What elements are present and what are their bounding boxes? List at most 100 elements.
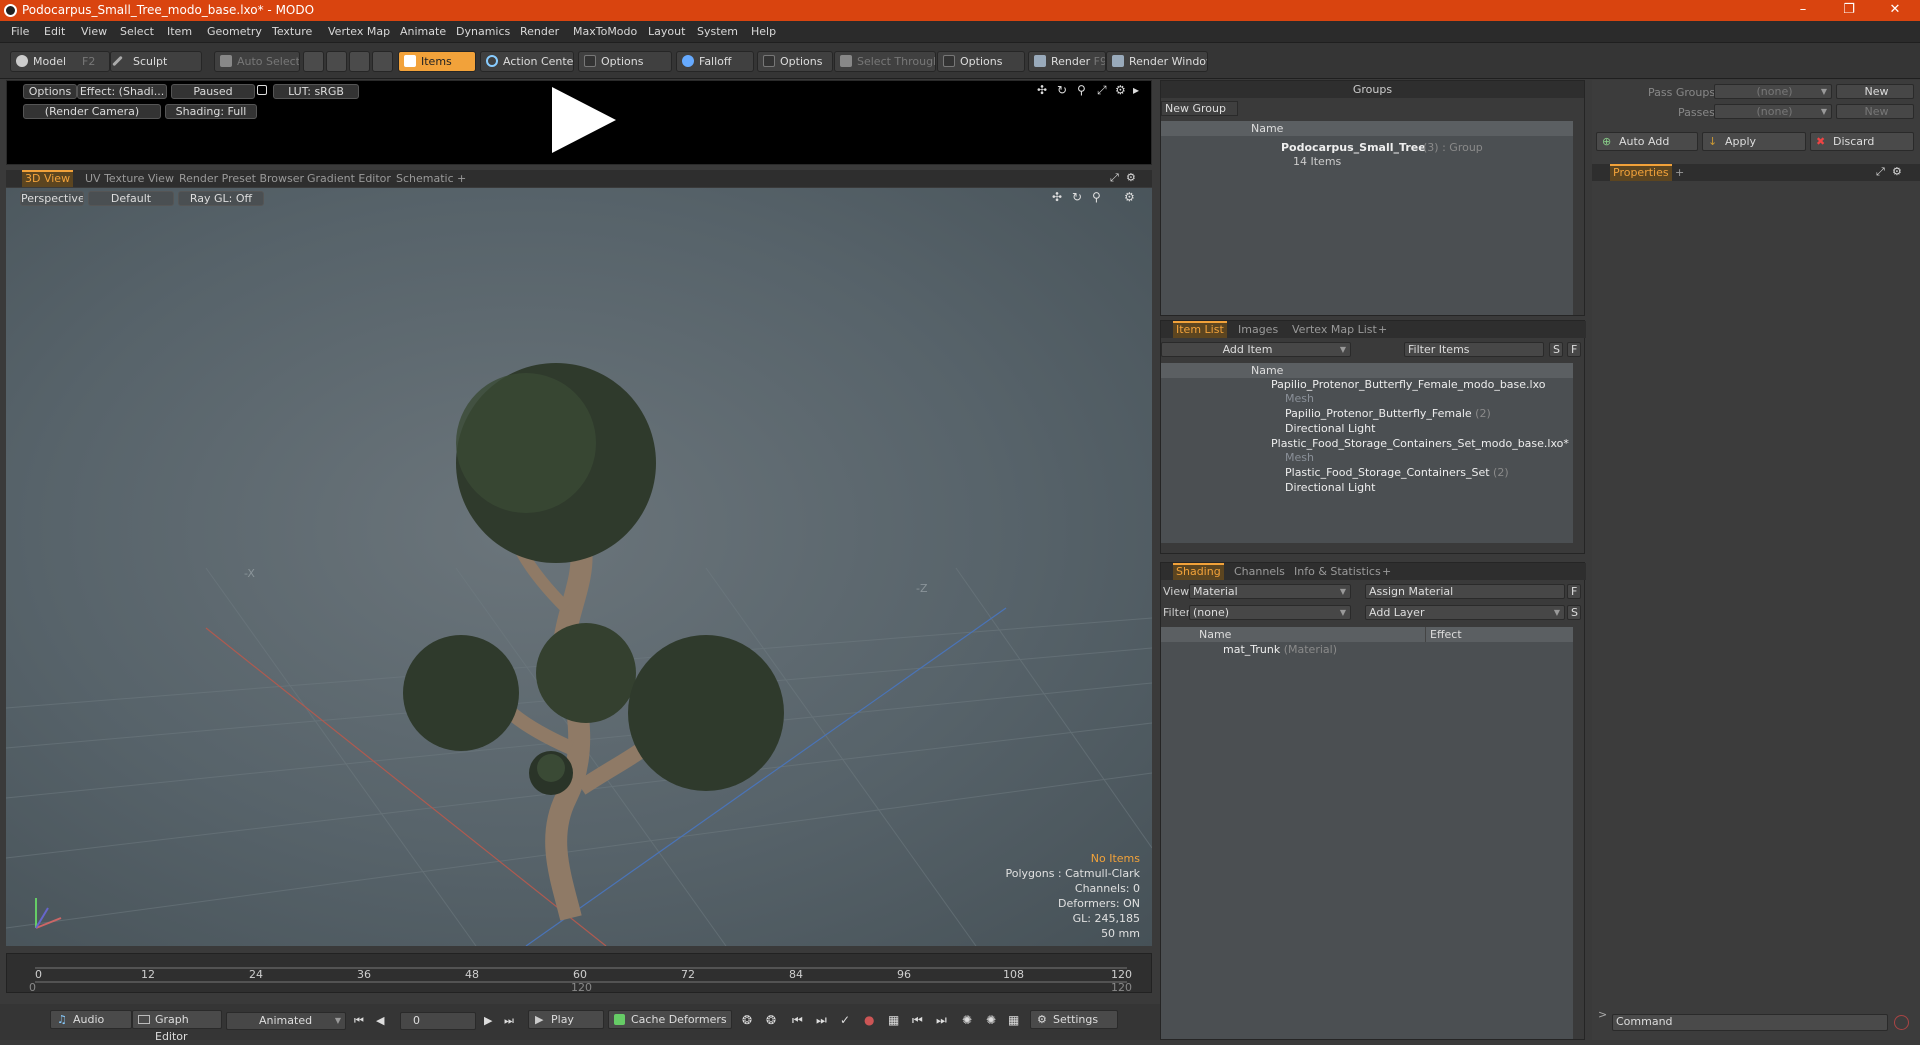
assign-material-button[interactable]: Assign Material [1365, 584, 1565, 599]
polygons-mode-icon[interactable] [349, 51, 370, 72]
new-pass-button[interactable]: New [1836, 104, 1914, 119]
settings-button[interactable]: ⚙ Settings [1030, 1010, 1118, 1029]
gear-icon[interactable]: ⚙ [1126, 171, 1136, 184]
render-camera-dropdown[interactable]: (Render Camera) [23, 104, 161, 119]
raygl-toggle[interactable]: Ray GL: Off [178, 191, 264, 206]
tab-uv-texture-view[interactable]: UV Texture View [82, 170, 177, 187]
edges-mode-icon[interactable] [326, 51, 347, 72]
zoom-icon[interactable]: ⚲ [1092, 190, 1101, 204]
items-mode-button[interactable]: Items [398, 51, 476, 72]
preview-paused-button[interactable]: Paused [171, 84, 255, 99]
menu-file[interactable]: File [11, 25, 29, 38]
animated-dropdown[interactable]: Animated ▼ [226, 1012, 346, 1030]
tab-shading[interactable]: Shading [1173, 563, 1224, 580]
auto-add-button[interactable]: ⊕ Auto Add [1596, 132, 1698, 151]
add-item-dropdown[interactable]: Add Item ▼ [1161, 342, 1351, 357]
materials-mode-icon[interactable] [372, 51, 393, 72]
apply-button[interactable]: ↓ Apply [1702, 132, 1806, 151]
filter-items-input[interactable]: Filter Items [1404, 342, 1544, 357]
prev-frame-icon[interactable]: ◀ [376, 1014, 384, 1027]
channels-icon[interactable]: ▦ [1008, 1013, 1019, 1027]
action-center-button[interactable]: Action Center [480, 51, 574, 72]
frame-input[interactable]: 0 [400, 1012, 476, 1030]
command-input[interactable]: Command [1612, 1014, 1888, 1031]
last-frame-icon[interactable]: ⏭ [504, 1014, 514, 1028]
auto-select-button[interactable]: Auto Select [214, 51, 300, 72]
next-frame-icon[interactable]: ▶ [484, 1014, 492, 1027]
motion-icon[interactable]: ✺ [962, 1013, 972, 1027]
list-item[interactable]: Directional Light [1285, 479, 1375, 497]
model-mode-button[interactable]: Model F2 [10, 51, 110, 72]
tab-3d-view[interactable]: 3D View [22, 170, 74, 187]
move-icon[interactable]: ✣ [1037, 83, 1047, 97]
tab-render-preset-browser[interactable]: Render Preset Browser [176, 170, 307, 187]
add-tab-button[interactable]: + [454, 170, 469, 187]
preview-effect-dropdown[interactable]: Effect: (Shadi... [77, 84, 167, 99]
sculpt-mode-button[interactable]: Sculpt [110, 51, 202, 72]
falloff-options-button[interactable]: Options [757, 51, 833, 72]
gear-icon[interactable]: ⚙ [1892, 165, 1902, 178]
view-dropdown[interactable]: Material ▼ [1189, 584, 1351, 599]
next-key-icon[interactable]: ⏭ [816, 1013, 827, 1028]
add-layer-dropdown[interactable]: Add Layer ▼ [1365, 605, 1565, 620]
add-tab-button[interactable]: + [1379, 563, 1394, 580]
first-frame-icon[interactable]: ⏮ [354, 1014, 364, 1028]
key-options-icon[interactable]: ▦ [888, 1013, 899, 1027]
dynamics-icon[interactable]: ✺ [986, 1013, 996, 1027]
close-icon[interactable]: ✕ [1872, 0, 1918, 21]
menu-view[interactable]: View [81, 25, 107, 38]
maximize-icon[interactable]: ❐ [1826, 0, 1872, 21]
arrow-right-icon[interactable]: ▸ [1133, 83, 1139, 97]
menu-animate[interactable]: Animate [400, 25, 446, 38]
s-toggle[interactable]: S [1567, 605, 1581, 620]
cache-deformers-button[interactable]: Cache Deformers [608, 1010, 732, 1029]
menu-geometry[interactable]: Geometry [207, 25, 262, 38]
minimize-icon[interactable]: – [1780, 0, 1826, 21]
new-group-button[interactable]: New Group [1161, 101, 1238, 116]
play-icon[interactable] [552, 87, 616, 153]
graph-editor-button[interactable]: Graph Editor [132, 1010, 222, 1043]
play-button[interactable]: ▶ Play [528, 1010, 604, 1029]
new-pass-group-button[interactable]: New [1836, 84, 1914, 99]
render-window-button[interactable]: Render Window [1106, 51, 1208, 72]
tab-gradient-editor[interactable]: Gradient Editor [304, 170, 394, 187]
maximize-view-icon[interactable]: ⤢ [1097, 83, 1107, 98]
material-row[interactable]: mat_Trunk (Material) [1223, 641, 1337, 659]
tab-item-list[interactable]: Item List [1173, 321, 1227, 338]
keyframe-icon[interactable]: ✓ [840, 1013, 850, 1027]
audio-button[interactable]: ♫ Audio [50, 1010, 132, 1029]
lut-dropdown[interactable]: LUT: sRGB [273, 84, 359, 99]
add-tab-button[interactable]: + [1672, 164, 1687, 181]
key-icon[interactable]: ❂ [742, 1013, 752, 1027]
zoom-icon[interactable]: ⚲ [1077, 83, 1086, 97]
menu-item[interactable]: Item [167, 25, 192, 38]
next-marker-icon[interactable]: ⏭ [936, 1013, 947, 1028]
maximize-panel-icon[interactable]: ⤢ [1876, 165, 1885, 179]
rotate-icon[interactable]: ↻ [1057, 83, 1067, 97]
tab-images[interactable]: Images [1235, 321, 1281, 338]
tab-properties[interactable]: Properties [1610, 164, 1672, 181]
lock-icon[interactable] [257, 85, 267, 95]
preview-options-button[interactable]: Options [23, 84, 77, 99]
select-through-button[interactable]: Select Through [834, 51, 936, 72]
vertices-mode-icon[interactable] [303, 51, 324, 72]
tab-info-statistics[interactable]: Info & Statistics [1291, 563, 1384, 580]
tree-model[interactable] [403, 363, 784, 921]
tab-vertex-map-list[interactable]: Vertex Map List [1289, 321, 1380, 338]
search-toggle[interactable]: S [1549, 342, 1563, 357]
tab-schematic[interactable]: Schematic [393, 170, 457, 187]
menu-help[interactable]: Help [751, 25, 776, 38]
menu-texture[interactable]: Texture [272, 25, 312, 38]
passes-dropdown[interactable]: (none) ▼ [1714, 104, 1832, 119]
perspective-dropdown[interactable]: Perspective [20, 191, 84, 206]
style-dropdown[interactable]: Default [88, 191, 174, 206]
shading-dropdown[interactable]: Shading: Full [165, 104, 257, 119]
discard-button[interactable]: ✖ Discard [1810, 132, 1914, 151]
menu-edit[interactable]: Edit [44, 25, 65, 38]
falloff-button[interactable]: Falloff [676, 51, 754, 72]
select-through-options-button[interactable]: Options [937, 51, 1025, 72]
auto-key-icon[interactable]: ❂ [766, 1013, 776, 1027]
tab-channels[interactable]: Channels [1231, 563, 1288, 580]
list-item[interactable]: Plastic_Food_Storage_Containers_Set_modo… [1271, 435, 1569, 453]
menu-vertex-map[interactable]: Vertex Map [328, 25, 390, 38]
